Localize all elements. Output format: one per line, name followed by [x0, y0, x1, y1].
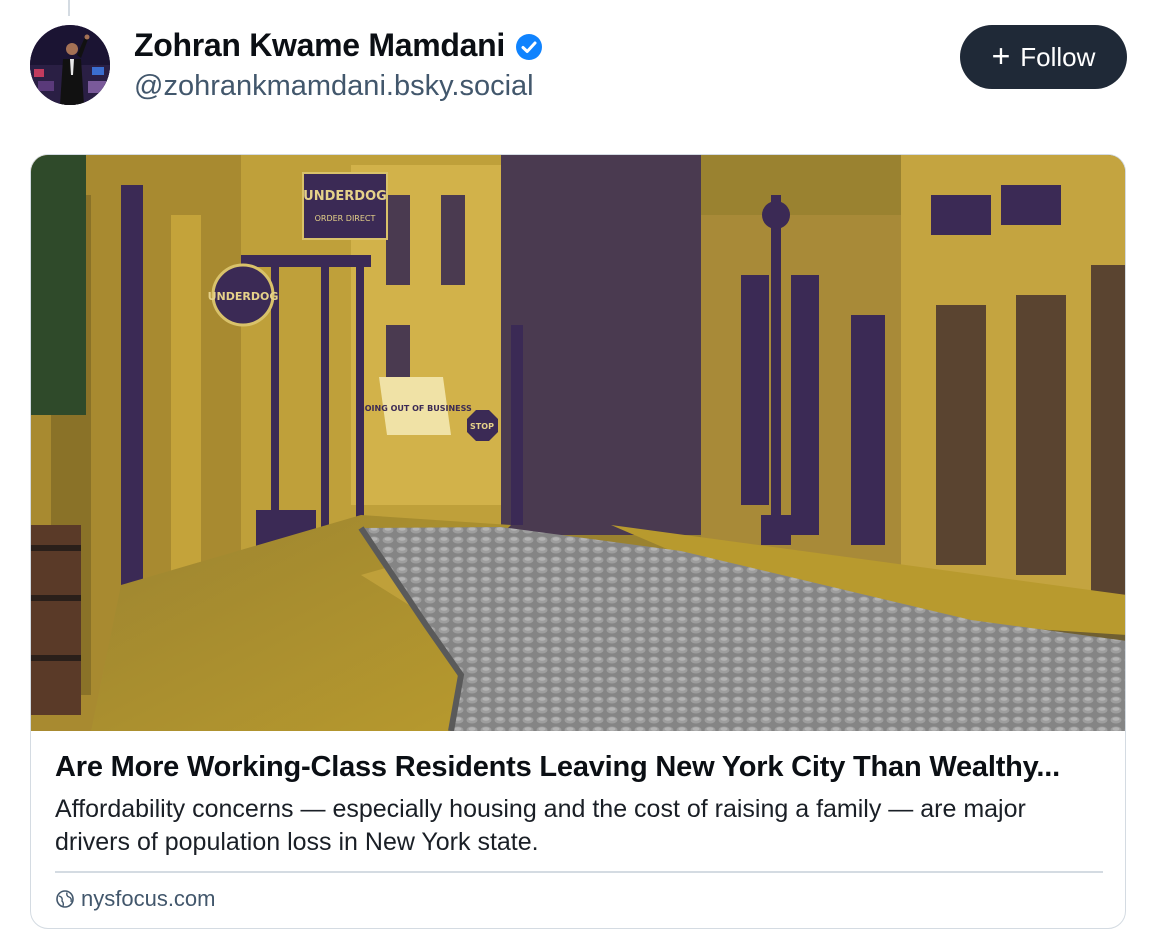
link-card-divider [55, 871, 1103, 873]
follow-label: Follow [1020, 41, 1096, 72]
author-handle[interactable]: @zohrankmamdani.bsky.social [134, 70, 534, 103]
avatar-image [30, 25, 110, 105]
link-card[interactable]: UNDERDOG UNDERDOG ORDER DIRECT GOING OUT… [30, 154, 1126, 929]
globe-icon [55, 889, 75, 909]
stop-sign: STOP [470, 422, 494, 431]
order-direct-sign: ORDER DIRECT [315, 214, 376, 223]
follow-button[interactable]: + Follow [960, 25, 1127, 89]
plus-icon: + [991, 37, 1011, 74]
link-card-title[interactable]: Are More Working-Class Residents Leaving… [55, 751, 1105, 784]
author-name-row[interactable]: Zohran Kwame Mamdani [134, 27, 543, 64]
link-card-image: UNDERDOG UNDERDOG ORDER DIRECT GOING OUT… [31, 155, 1125, 731]
author-name[interactable]: Zohran Kwame Mamdani [134, 27, 505, 64]
link-card-domain: nysfocus.com [81, 886, 216, 911]
going-out-of-business-sign: GOING OUT OF BUSINESS [358, 404, 472, 413]
verified-badge-icon[interactable] [515, 32, 543, 60]
underdog-round-sign: UNDERDOG [208, 290, 279, 303]
link-card-description: Affordability concerns — especially hous… [55, 795, 1026, 856]
thread-line [68, 0, 70, 16]
avatar[interactable] [30, 25, 110, 105]
underdog-hanging-sign: UNDERDOG [303, 189, 387, 204]
link-card-domain-row: nysfocus.com [55, 886, 216, 912]
